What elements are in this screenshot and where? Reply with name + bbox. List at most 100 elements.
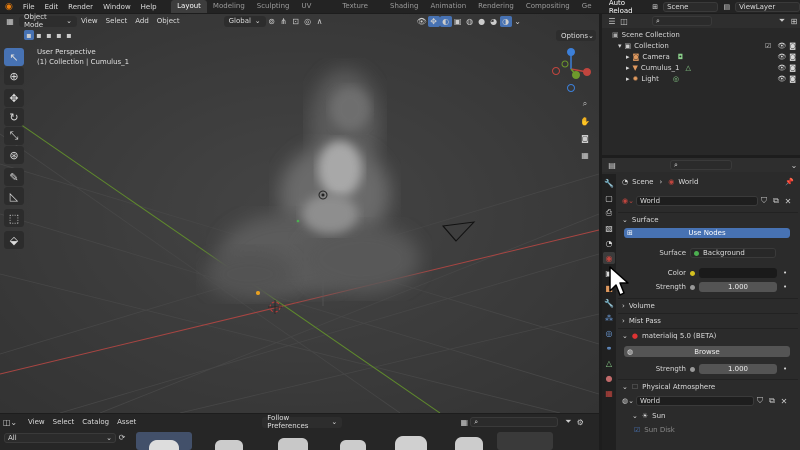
new-collection-icon[interactable]: ⊞	[788, 16, 800, 27]
physical-atmosphere-section-header[interactable]: ⌄ ☐ Physical Atmosphere	[618, 379, 798, 393]
tab-rendering[interactable]: Rendering	[472, 0, 520, 13]
scale-tool-icon[interactable]: ⤡	[4, 127, 24, 145]
surface-shader-field[interactable]: Background	[690, 248, 776, 258]
eye-icon[interactable]: 👁	[777, 41, 786, 52]
outliner-item-camera[interactable]: ▸ ◙ Camera ◘ 👁 ◙	[612, 52, 800, 63]
settings-gear-icon[interactable]: ⚙	[574, 417, 586, 428]
tool-tab-icon[interactable]: 🔧	[603, 177, 615, 189]
viewport-menu-select[interactable]: Select	[102, 17, 132, 25]
display-size-icon[interactable]: ▦	[458, 417, 470, 428]
pan-hand-icon[interactable]: ✋	[579, 113, 591, 129]
tab-uv-editing[interactable]: UV Editing	[295, 0, 336, 23]
material-shading-icon[interactable]: ◕	[488, 16, 500, 27]
select-subtract-icon[interactable]: ▪	[44, 30, 54, 40]
material-tab-icon[interactable]: ●	[603, 372, 615, 384]
chevron-down-icon[interactable]: ⌄	[788, 160, 800, 171]
select-new-icon[interactable]: ▪	[24, 30, 34, 40]
tab-modeling[interactable]: Modeling	[207, 0, 251, 13]
annotate-tool-icon[interactable]: ✎	[4, 168, 24, 186]
world-name-field[interactable]: World	[635, 196, 758, 206]
expand-arrow-icon[interactable]: ▾	[618, 41, 622, 52]
asset-thumbnail-selected[interactable]	[136, 432, 192, 450]
pivot-icon[interactable]: ⊚	[266, 16, 278, 27]
z-axis-icon[interactable]	[567, 48, 575, 56]
modifier-tab-icon[interactable]: 🔧	[603, 297, 615, 309]
duplicate-icon[interactable]: ⧉	[770, 196, 782, 207]
particles-tab-icon[interactable]: ⁂	[603, 312, 615, 324]
materialiq-strength-field[interactable]: 1.000	[699, 364, 777, 374]
outliner-item-light[interactable]: ▸ ✹ Light ◎ 👁 ◙	[612, 74, 800, 85]
render-tab-icon[interactable]: ▢	[603, 192, 615, 204]
tab-texture-paint[interactable]: Texture Paint	[336, 0, 384, 23]
atmosphere-checkbox-icon[interactable]: ☐	[632, 383, 638, 391]
blender-logo-icon[interactable]: ◉	[0, 2, 18, 12]
refresh-library-icon[interactable]: ⟳	[116, 432, 128, 443]
render-camera-icon[interactable]: ◙	[789, 41, 796, 52]
menu-file[interactable]: File	[18, 3, 40, 11]
filter-icon[interactable]: ⏷	[562, 417, 574, 428]
gizmo-toggle-icon[interactable]: ✥	[427, 15, 440, 27]
measure-tool-icon[interactable]: ◺	[4, 187, 24, 205]
mist-pass-section-header[interactable]: › Mist Pass	[618, 313, 798, 327]
overlay-toggle-icon[interactable]: ◐	[439, 15, 452, 27]
eye-icon[interactable]: 👁	[777, 52, 786, 63]
view-layer-tab-icon[interactable]: ▧	[603, 222, 615, 234]
outliner-editor-icon[interactable]: ☰	[606, 16, 618, 27]
zoom-icon[interactable]: ⌕	[579, 96, 591, 112]
menu-edit[interactable]: Edit	[40, 3, 64, 11]
cursor-tool-icon[interactable]: ⊕	[4, 67, 24, 85]
view-layer-field[interactable]: ViewLayer	[735, 1, 800, 12]
render-camera-icon[interactable]: ◙	[789, 52, 796, 63]
pin-icon[interactable]: 📌	[785, 178, 794, 186]
outliner-search-input[interactable]: ⌕	[652, 16, 712, 26]
select-box-tool-icon[interactable]: ↖	[4, 48, 24, 66]
object-mode-dropdown[interactable]: Object Mode ⌄	[19, 13, 77, 29]
eye-icon[interactable]: 👁	[777, 63, 786, 74]
select-extend-icon[interactable]: ▪	[34, 30, 44, 40]
color-swatch[interactable]	[699, 268, 777, 278]
import-method-dropdown[interactable]: Follow Preferences ⌄	[262, 414, 343, 430]
tab-layout[interactable]: Layout	[171, 0, 207, 13]
modifier-icon[interactable]: △	[685, 63, 690, 74]
scene-selector-icon[interactable]: ⊞	[647, 3, 663, 11]
camera-data-icon[interactable]: ◘	[678, 52, 684, 63]
snap-icon[interactable]: ⋔	[278, 16, 290, 27]
outliner-item-cumulus[interactable]: ▸ ▼ Cumulus_1 △ 👁 ◙	[612, 63, 800, 74]
auto-reload-button[interactable]: Auto Reload	[604, 0, 647, 15]
rendered-shading-icon[interactable]: ◑	[499, 15, 512, 27]
asset-thumbnail-cloud-4[interactable]	[340, 440, 366, 450]
y-axis-icon[interactable]	[572, 71, 580, 79]
strength-field[interactable]: 1.000	[699, 282, 777, 292]
sun-disk-checkbox-icon[interactable]: ☑	[634, 426, 640, 434]
asset-thumbnail-cloud-3[interactable]	[278, 438, 308, 450]
expand-arrow-icon[interactable]: ▸	[626, 74, 630, 85]
world-browse-icon[interactable]: ◉⌄	[622, 197, 634, 205]
duplicate-icon[interactable]: ⧉	[766, 396, 778, 407]
asset-library-dropdown[interactable]: All ⌄	[4, 432, 116, 443]
move-tool-icon[interactable]: ✥	[4, 89, 24, 107]
fake-user-shield-icon[interactable]: ⛉	[758, 196, 770, 207]
asset-thumbnail-cloud-5[interactable]	[395, 436, 427, 450]
decorator-dot-icon[interactable]: •	[783, 283, 787, 291]
pa-world-field[interactable]: World	[635, 396, 754, 406]
menu-render[interactable]: Render	[63, 3, 98, 11]
outliner-collection[interactable]: ▾ ▣ Collection ☑ 👁 ◙	[612, 41, 800, 52]
view-layer-icon[interactable]: ▤	[718, 3, 735, 11]
proportional-edit-icon[interactable]: ◎	[302, 16, 314, 27]
viewport-menu-object[interactable]: Object	[153, 17, 184, 25]
render-camera-icon[interactable]: ◙	[789, 63, 796, 74]
transform-orientation-dropdown[interactable]: Global ⌄	[223, 15, 266, 27]
checkbox-icon[interactable]: ☑	[765, 41, 771, 52]
render-camera-icon[interactable]: ◙	[789, 74, 796, 85]
properties-editor-icon[interactable]: ▤	[606, 160, 618, 171]
viewport-menu-add[interactable]: Add	[131, 17, 153, 25]
xray-icon[interactable]: ▣	[452, 16, 464, 27]
materialiq-section-header[interactable]: ⌄ ● materialiq 5.0 (BETA)	[618, 328, 798, 342]
camera-view-icon[interactable]: ◙	[579, 130, 591, 146]
display-mode-icon[interactable]: ◫	[618, 16, 630, 27]
volume-section-header[interactable]: › Volume	[618, 298, 798, 312]
scene-field[interactable]: Scene	[663, 1, 719, 12]
constraints-tab-icon[interactable]: ⚭	[603, 342, 615, 354]
asset-menu-catalog[interactable]: Catalog	[78, 418, 113, 426]
visibility-icon[interactable]: 👁	[416, 16, 428, 27]
